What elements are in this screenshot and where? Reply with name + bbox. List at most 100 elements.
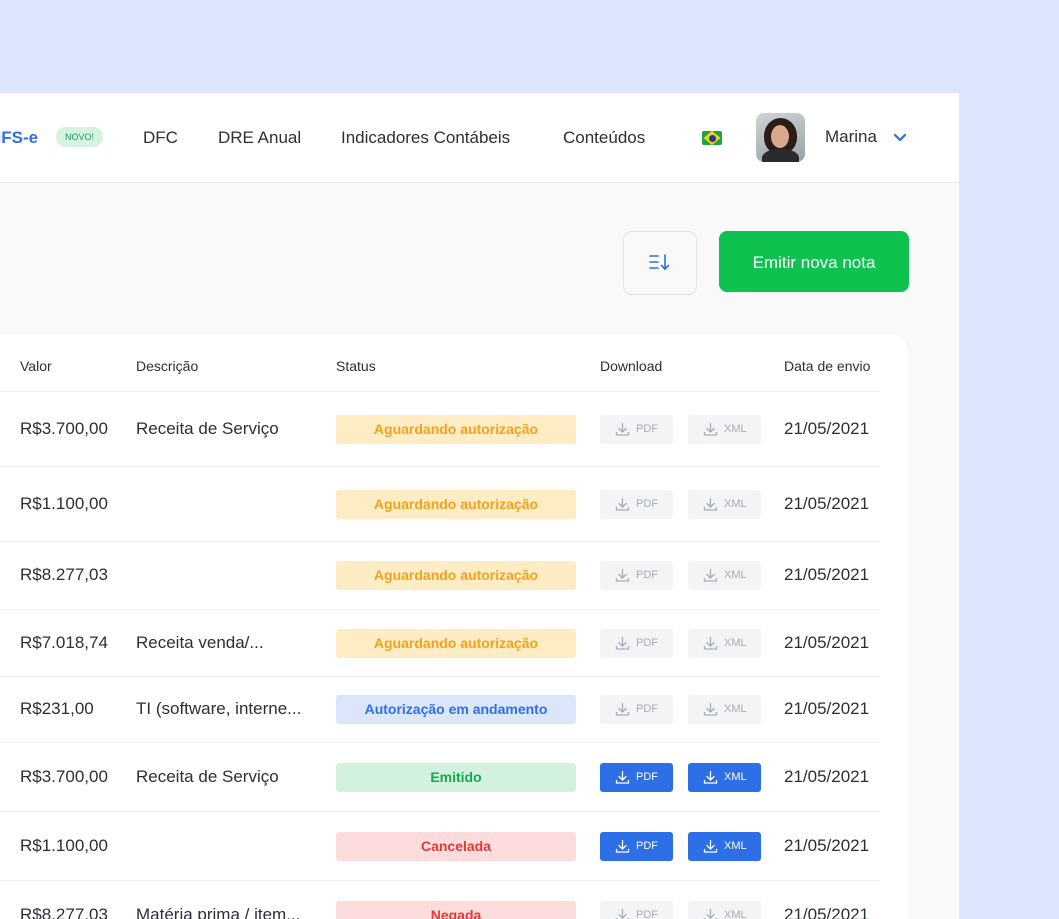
cell-valor: R$3.700,00 <box>20 767 108 786</box>
xml-download-button[interactable]: XML <box>688 415 761 444</box>
pdf-label: PDF <box>636 569 658 581</box>
xml-label: XML <box>724 703 747 715</box>
download-icon <box>615 908 630 919</box>
nav-item-indicadores[interactable]: Indicadores Contábeis <box>341 127 510 149</box>
pdf-download-button[interactable]: PDF <box>600 901 673 919</box>
app-window: NFS-e NOVO! DFC DRE Anual Indicadores Co… <box>0 93 959 919</box>
sort-descending-icon <box>649 254 670 270</box>
xml-download-button[interactable]: XML <box>688 832 761 861</box>
cell-data-envio: 21/05/2021 <box>784 494 870 513</box>
brazil-flag-icon[interactable] <box>702 131 722 145</box>
column-header-descricao[interactable]: Descrição <box>136 358 198 374</box>
chevron-down-icon[interactable] <box>893 133 907 143</box>
cell-valor: R$7.018,74 <box>20 633 108 652</box>
download-icon <box>615 839 630 853</box>
pdf-label: PDF <box>636 423 658 435</box>
pdf-label: PDF <box>636 498 658 510</box>
emit-new-invoice-button[interactable]: Emitir nova nota <box>719 231 909 292</box>
status-badge: Aguardando autorização <box>336 561 576 590</box>
pdf-download-button[interactable]: PDF <box>600 763 673 792</box>
xml-download-button[interactable]: XML <box>688 561 761 590</box>
download-icon <box>615 497 630 511</box>
cell-descricao: Receita venda/... <box>136 633 264 652</box>
cell-data-envio: 21/05/2021 <box>784 905 870 919</box>
pdf-label: PDF <box>636 840 658 852</box>
column-header-data-envio[interactable]: Data de envio <box>784 358 870 374</box>
column-header-download[interactable]: Download <box>600 358 662 374</box>
table-row[interactable]: R$3.700,00 Receita de Serviço Aguardando a… <box>0 392 880 467</box>
table-row[interactable]: R$231,00 TI (software, interne... Autoriza… <box>0 676 880 743</box>
cell-descricao: Matéria prima / item... <box>136 905 301 919</box>
nav-item-nfse[interactable]: NFS-e <box>0 127 38 149</box>
xml-download-button[interactable]: XML <box>688 490 761 519</box>
xml-label: XML <box>724 771 747 783</box>
sort-button[interactable] <box>623 231 697 295</box>
download-icon <box>703 702 718 716</box>
status-badge: Cancelada <box>336 832 576 861</box>
status-badge: Autorização em andamento <box>336 695 576 724</box>
cell-valor: R$1.100,00 <box>20 836 108 855</box>
download-icon <box>703 568 718 582</box>
xml-download-button[interactable]: XML <box>688 901 761 919</box>
cell-descricao: Receita de Serviço <box>136 767 279 786</box>
column-header-valor[interactable]: Valor <box>20 358 52 374</box>
table-row[interactable]: R$3.700,00 Receita de Serviço Emitido PDF XM… <box>0 742 880 812</box>
nav-item-dfc[interactable]: DFC <box>143 127 178 149</box>
pdf-download-button[interactable]: PDF <box>600 490 673 519</box>
download-icon <box>703 636 718 650</box>
download-icon <box>615 702 630 716</box>
xml-label: XML <box>724 498 747 510</box>
pdf-label: PDF <box>636 909 658 919</box>
status-badge: Emitido <box>336 763 576 792</box>
pdf-label: PDF <box>636 703 658 715</box>
xml-label: XML <box>724 423 747 435</box>
download-icon <box>703 422 718 436</box>
download-icon <box>703 908 718 919</box>
cell-data-envio: 21/05/2021 <box>784 836 870 855</box>
pdf-download-button[interactable]: PDF <box>600 832 673 861</box>
table-row[interactable]: R$8.277,03 Aguardando autorização PDF XML 21… <box>0 541 880 610</box>
table-row[interactable]: R$1.100,00 Aguardando autorização PDF XML 21… <box>0 466 880 542</box>
cell-data-envio: 21/05/2021 <box>784 565 870 584</box>
avatar[interactable] <box>756 113 805 162</box>
status-badge: Negada <box>336 901 576 919</box>
nav-item-conteudos[interactable]: Conteúdos <box>563 127 645 149</box>
table-row[interactable]: R$8.277,03 Matéria prima / item... Negada P… <box>0 880 880 919</box>
status-badge: Aguardando autorização <box>336 629 576 658</box>
cell-data-envio: 21/05/2021 <box>784 699 870 718</box>
download-icon <box>615 636 630 650</box>
download-icon <box>615 422 630 436</box>
top-navbar: NFS-e NOVO! DFC DRE Anual Indicadores Co… <box>0 93 959 183</box>
table-row[interactable]: R$7.018,74 Receita venda/... Aguardando au… <box>0 609 880 677</box>
invoices-table: Valor Descrição Status Download Data de … <box>0 334 908 919</box>
pdf-label: PDF <box>636 771 658 783</box>
download-icon <box>703 770 718 784</box>
download-icon <box>615 568 630 582</box>
cell-valor: R$3.700,00 <box>20 419 108 438</box>
xml-label: XML <box>724 840 747 852</box>
xml-download-button[interactable]: XML <box>688 629 761 658</box>
pdf-download-button[interactable]: PDF <box>600 695 673 724</box>
xml-label: XML <box>724 909 747 919</box>
pdf-download-button[interactable]: PDF <box>600 629 673 658</box>
nav-item-dre-anual[interactable]: DRE Anual <box>218 127 301 149</box>
pdf-download-button[interactable]: PDF <box>600 561 673 590</box>
cell-valor: R$8.277,03 <box>20 565 108 584</box>
user-name[interactable]: Marina <box>825 127 877 147</box>
status-badge: Aguardando autorização <box>336 490 576 519</box>
pdf-download-button[interactable]: PDF <box>600 415 673 444</box>
xml-download-button[interactable]: XML <box>688 763 761 792</box>
xml-label: XML <box>724 569 747 581</box>
status-badge: Aguardando autorização <box>336 415 576 444</box>
cell-valor: R$8.277,03 <box>20 905 108 919</box>
column-header-status[interactable]: Status <box>336 358 376 374</box>
download-icon <box>703 497 718 511</box>
xml-download-button[interactable]: XML <box>688 695 761 724</box>
table-row[interactable]: R$1.100,00 Cancelada PDF XML 21/05/2021 <box>0 811 880 881</box>
cell-data-envio: 21/05/2021 <box>784 767 870 786</box>
cell-valor: R$1.100,00 <box>20 494 108 513</box>
download-icon <box>615 770 630 784</box>
xml-label: XML <box>724 637 747 649</box>
download-icon <box>703 839 718 853</box>
pdf-label: PDF <box>636 637 658 649</box>
